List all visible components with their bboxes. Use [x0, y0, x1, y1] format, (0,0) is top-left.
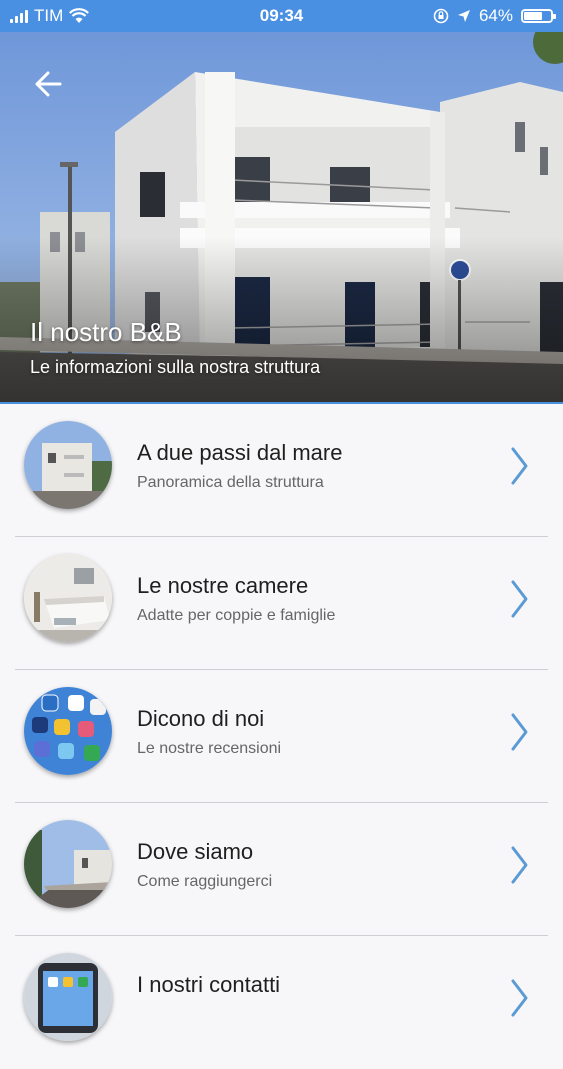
item-thumbnail — [24, 953, 112, 1041]
chevron-right-icon — [511, 580, 528, 618]
hero-title: Il nostro B&B — [30, 317, 182, 347]
orientation-lock-icon — [433, 8, 449, 24]
item-thumbnail — [24, 554, 112, 642]
item-title: I nostri contatti — [137, 972, 281, 997]
hero-photo — [0, 32, 563, 402]
item-title: A due passi dal mare — [137, 440, 343, 465]
hero-subtitle: Le informazioni sulla nostra struttura — [30, 357, 321, 377]
info-menu-list: A due passi dal mare Panoramica della st… — [0, 404, 563, 1069]
item-subtitle: Le nostre recensioni — [137, 740, 282, 757]
item-thumbnail — [24, 421, 112, 509]
status-bar: TIM 09:34 64% — [0, 0, 563, 32]
menu-item-dove-siamo[interactable]: Dove siamo Come raggiungerci — [0, 803, 563, 936]
item-title: Dove siamo — [137, 839, 254, 864]
item-thumbnail — [24, 820, 112, 908]
item-subtitle: Adatte per coppie e famiglie — [137, 607, 336, 624]
back-arrow-icon[interactable] — [30, 64, 70, 104]
item-subtitle: Panoramica della struttura — [137, 474, 324, 491]
chevron-right-icon — [511, 846, 528, 884]
menu-item-a-due-passi-dal-mare[interactable]: A due passi dal mare Panoramica della st… — [0, 404, 563, 537]
location-arrow-icon — [457, 10, 470, 22]
chevron-right-icon — [511, 447, 528, 485]
battery-icon — [521, 9, 556, 23]
item-subtitle: Come raggiungerci — [137, 873, 273, 890]
menu-item-le-nostre-camere[interactable]: Le nostre camere Adatte per coppie e fam… — [0, 537, 563, 670]
menu-item-i-nostri-contatti[interactable]: I nostri contatti — [0, 936, 563, 1069]
item-thumbnail — [24, 687, 112, 775]
hero-banner: Il nostro B&B Le informazioni sulla nost… — [0, 32, 563, 404]
chevron-right-icon — [511, 713, 528, 751]
menu-item-dicono-di-noi[interactable]: Dicono di noi Le nostre recensioni — [0, 670, 563, 803]
battery-percent: 64% — [478, 6, 513, 25]
status-right: 64% — [433, 6, 556, 26]
item-title: Dicono di noi — [137, 706, 265, 731]
item-title: Le nostre camere — [137, 573, 309, 598]
chevron-right-icon — [511, 979, 528, 1017]
